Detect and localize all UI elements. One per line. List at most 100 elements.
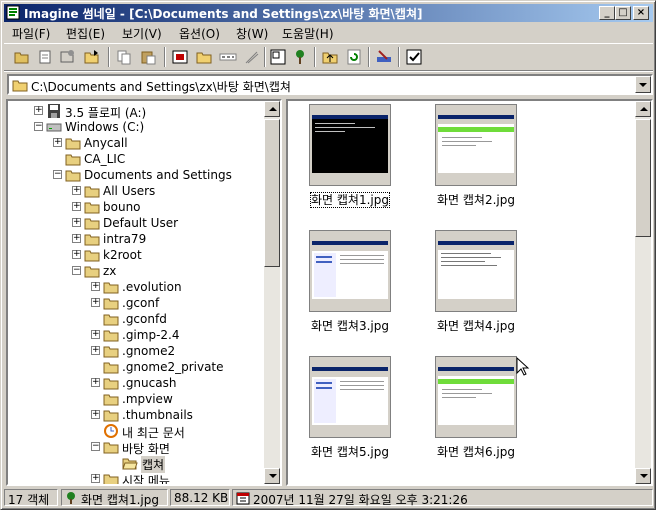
thumbnail-caption[interactable]: 화면 캡쳐4.jpg (416, 317, 536, 334)
thumbnail-view-button[interactable] (268, 47, 288, 67)
collapse-icon[interactable]: − (72, 266, 81, 275)
expand-icon[interactable]: + (72, 202, 81, 211)
menu-edit[interactable]: 편집(E) (66, 25, 105, 42)
tree-node[interactable]: +3.5 플로피 (A:) (8, 103, 264, 120)
thumbnail-caption[interactable]: 화면 캡쳐2.jpg (416, 191, 536, 208)
browse-folder-button[interactable] (82, 47, 102, 67)
thumbnail-image[interactable] (309, 230, 391, 312)
thumbnail-image[interactable] (309, 356, 391, 438)
tree-node[interactable]: + Anycall (8, 135, 264, 151)
expand-icon[interactable]: + (72, 234, 81, 243)
close-button[interactable]: × (633, 6, 649, 20)
tree-node[interactable]: + All Users (8, 183, 264, 199)
expand-icon[interactable]: + (53, 138, 62, 147)
menu-help[interactable]: 도움말(H) (282, 25, 334, 42)
tree-node[interactable]: + Default User (8, 215, 264, 231)
tree-node[interactable]: + .gconf (8, 295, 264, 311)
tree-node[interactable]: − zx (8, 263, 264, 279)
new-folder-button[interactable] (194, 47, 214, 67)
folder-icon (103, 295, 119, 311)
expand-icon[interactable]: + (72, 186, 81, 195)
tree-node[interactable]: .gnome2_private (8, 359, 264, 375)
tree-node[interactable]: − 바탕 화면 (8, 439, 264, 456)
compare-button[interactable] (218, 47, 238, 67)
expand-icon[interactable]: + (72, 250, 81, 259)
tree-node[interactable]: + .gnucash (8, 375, 264, 391)
expand-icon[interactable]: + (91, 410, 100, 419)
tree-node[interactable]: − Documents and Settings (8, 167, 264, 183)
tree-node[interactable]: + .gimp-2.4 (8, 327, 264, 343)
thumbnail-image[interactable] (435, 356, 517, 438)
expand-icon[interactable]: + (91, 330, 100, 339)
tree-node[interactable]: + 시작 메뉴 (8, 471, 264, 484)
expand-icon[interactable]: + (91, 346, 100, 355)
compare-icon (219, 53, 237, 61)
thumbs-scroll-thumb[interactable] (635, 119, 651, 237)
tree-node[interactable]: + bouno (8, 199, 264, 215)
tree-node[interactable]: + .gnome2 (8, 343, 264, 359)
tools-icon (377, 50, 391, 62)
expand-icon[interactable]: + (91, 474, 100, 483)
maximize-button[interactable]: □ (615, 6, 631, 20)
print-button[interactable] (36, 47, 56, 67)
folder-icon (84, 199, 100, 215)
draw-button[interactable] (242, 47, 262, 67)
tree-node[interactable]: 캡쳐 (8, 455, 264, 473)
folder-icon (65, 135, 81, 151)
copy-button[interactable] (114, 47, 134, 67)
folder-tree[interactable]: +3.5 플로피 (A:) − Windows (C:) + Anycall CA_LIC… (6, 99, 282, 486)
select-all-button[interactable] (404, 47, 424, 67)
tree-node-label: bouno (103, 200, 141, 214)
tree-scroll-up-button[interactable] (264, 101, 280, 117)
imagine-app-icon[interactable] (6, 5, 20, 20)
tree-node[interactable]: .gconfd (8, 311, 264, 327)
thumbs-scroll-down-button[interactable] (635, 468, 651, 484)
thumbs-scrollbar[interactable] (635, 101, 651, 484)
collapse-icon[interactable]: − (91, 442, 100, 451)
tree-node[interactable]: + .evolution (8, 279, 264, 295)
menu-window[interactable]: 창(W) (236, 25, 268, 42)
title-bar[interactable]: Imagine 썸네일 - [C:\Documents and Settings… (4, 4, 653, 22)
collapse-icon[interactable]: − (53, 170, 62, 179)
tree-node[interactable]: + k2root (8, 247, 264, 263)
menu-view[interactable]: 보기(V) (122, 25, 162, 42)
thumbnail-image[interactable] (435, 230, 517, 312)
properties-button[interactable] (58, 47, 78, 67)
tree-scroll-down-button[interactable] (264, 468, 280, 484)
collapse-icon[interactable]: − (34, 122, 43, 131)
minimize-button[interactable]: _ (599, 6, 615, 20)
path-combobox[interactable]: C:\Documents and Settings\zx\바탕 화면\캡쳐 (7, 74, 653, 95)
tree-node[interactable]: + intra79 (8, 231, 264, 247)
thumbnail-image[interactable] (435, 104, 517, 186)
expand-icon[interactable]: + (34, 106, 43, 115)
thumbnail-image[interactable] (309, 104, 391, 186)
thumbnail-caption[interactable]: 화면 캡쳐5.jpg (290, 443, 410, 460)
thumbnail-caption[interactable]: 화면 캡쳐3.jpg (290, 317, 410, 334)
tree-scrollbar[interactable] (264, 101, 280, 484)
tree-scroll-thumb[interactable] (264, 119, 280, 267)
tree-node[interactable]: + .thumbnails (8, 407, 264, 423)
thumbnail-pane[interactable]: 화면 캡쳐1.jpg 화면 캡쳐2.jpg 화면 캡쳐3.jpg 화면 캡쳐4.jpg… (286, 99, 653, 486)
expand-icon[interactable]: + (91, 378, 100, 387)
tree-node[interactable]: − Windows (C:) (8, 119, 264, 135)
menu-file[interactable]: 파일(F) (12, 25, 50, 42)
slideshow-button[interactable] (170, 47, 190, 67)
thumbs-scroll-up-button[interactable] (635, 101, 651, 117)
tree-node[interactable]: CA_LIC (8, 151, 264, 167)
thumbnail-caption[interactable]: 화면 캡쳐1.jpg (290, 191, 410, 208)
thumbnail-caption[interactable]: 화면 캡쳐6.jpg (416, 443, 536, 460)
menu-options[interactable]: 옵션(O) (179, 25, 220, 42)
refresh-button[interactable] (344, 47, 364, 67)
expand-icon[interactable]: + (72, 218, 81, 227)
tools-button[interactable] (374, 47, 394, 67)
expand-icon[interactable]: + (91, 282, 100, 291)
open-folder-button[interactable] (12, 47, 32, 67)
up-folder-button[interactable] (320, 47, 340, 67)
paste-button[interactable] (138, 47, 158, 67)
tree-node[interactable]: .mpview (8, 391, 264, 407)
expand-icon[interactable]: + (91, 298, 100, 307)
plant-button[interactable] (290, 47, 310, 67)
toolbar-separator (368, 47, 370, 67)
tree-node[interactable]: 내 최근 문서 (8, 423, 264, 440)
path-dropdown-button[interactable] (635, 76, 651, 93)
